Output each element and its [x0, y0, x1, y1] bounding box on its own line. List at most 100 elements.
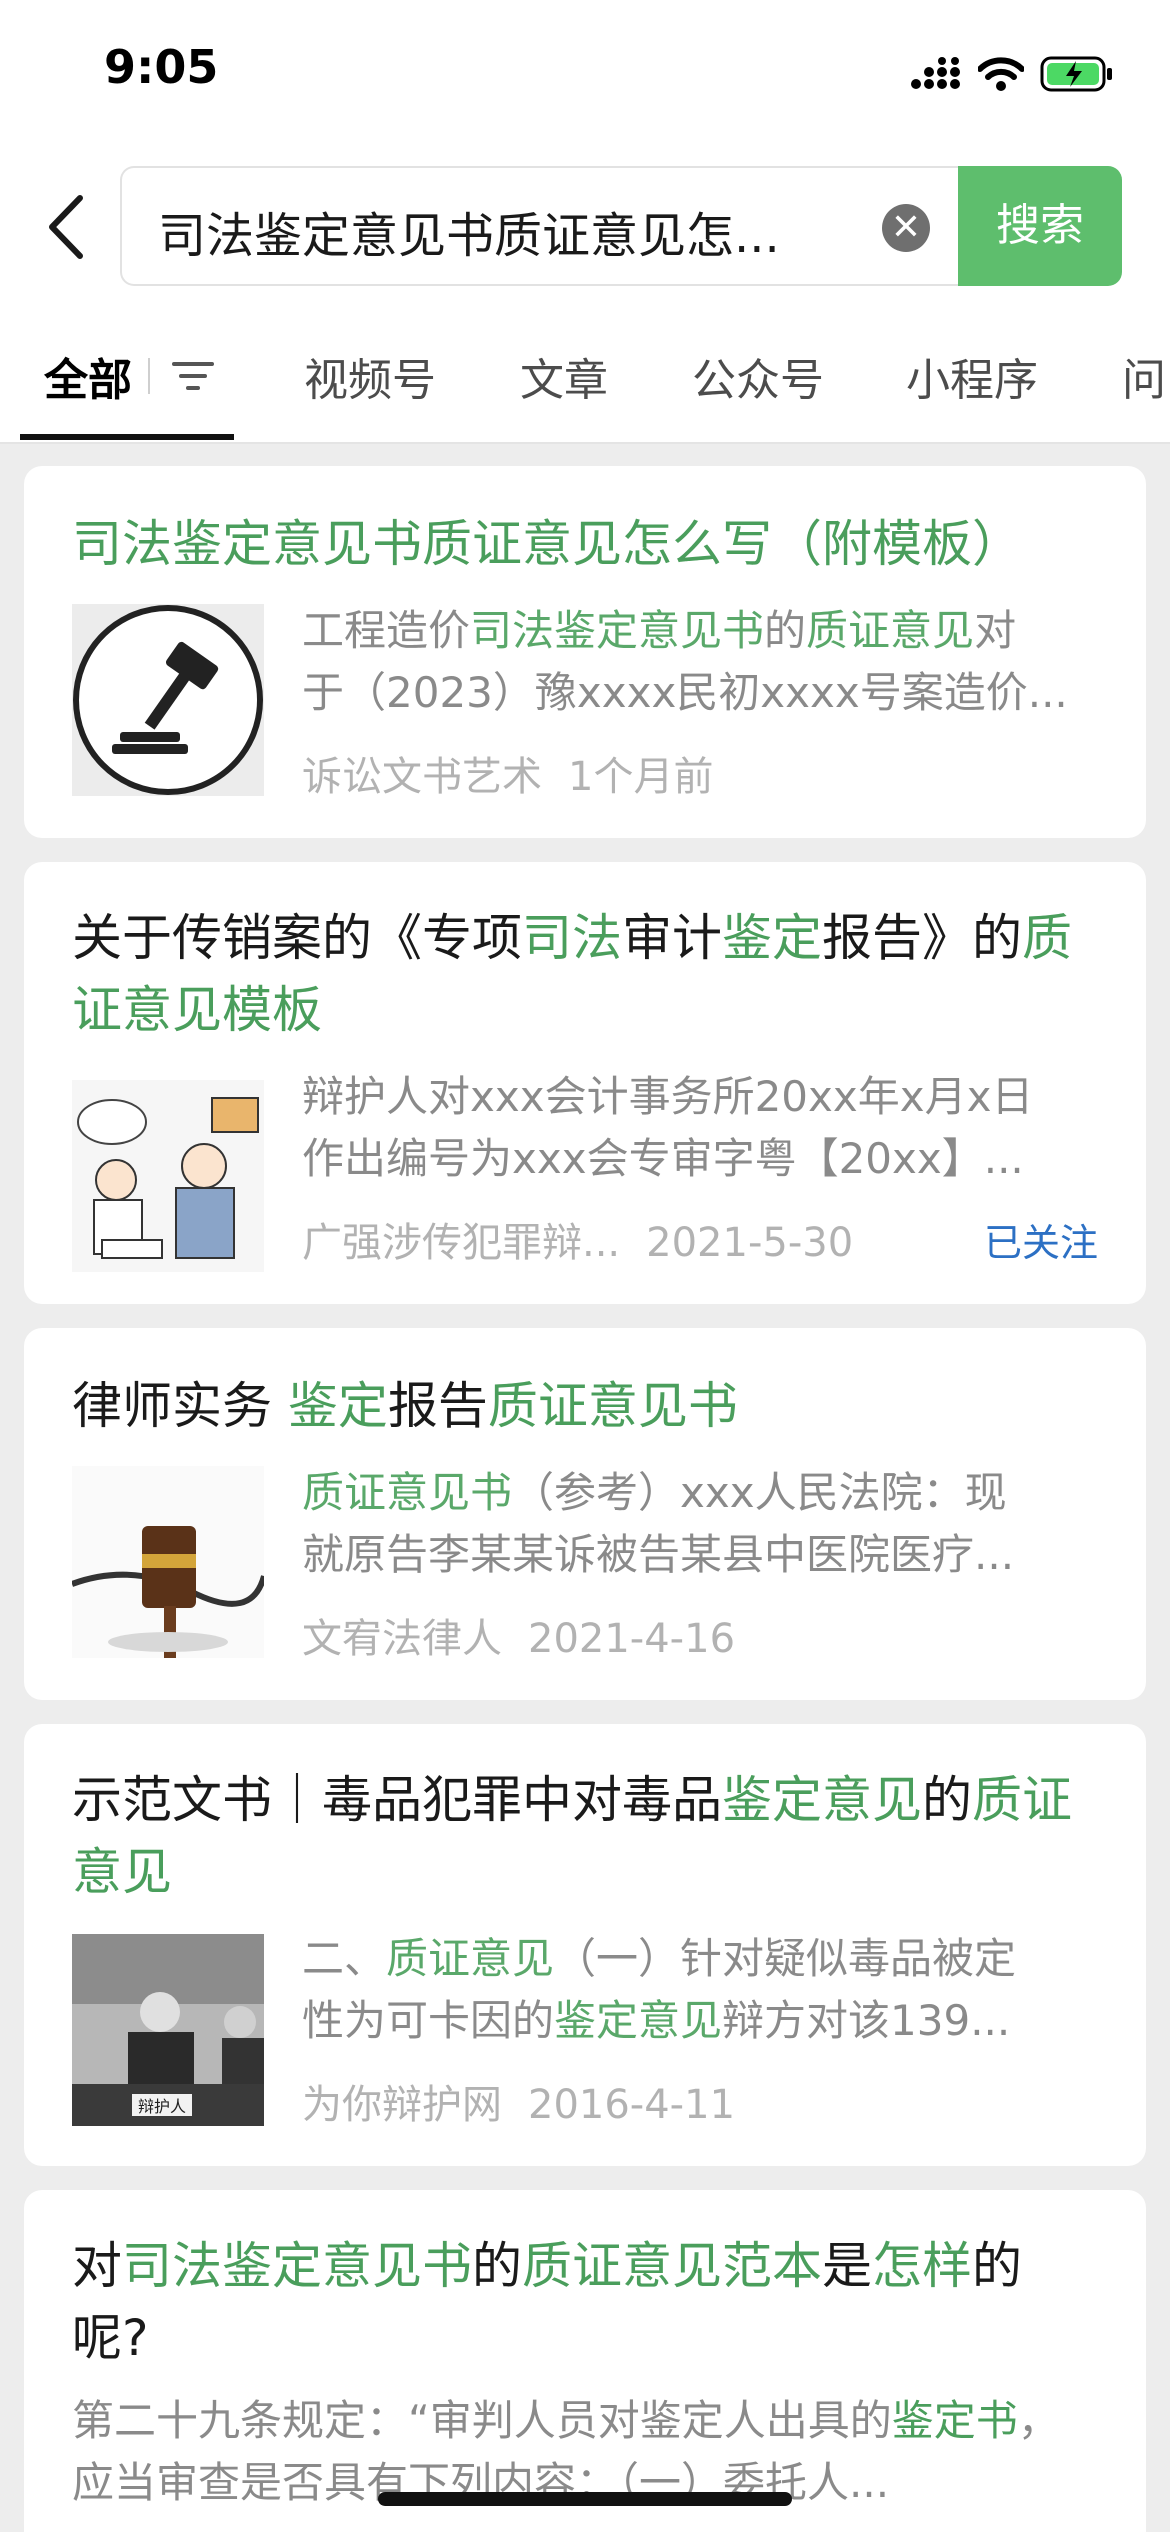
- text-segment: 对: [72, 2237, 122, 2295]
- search-header: 司法鉴定意见书质证意见怎... ✕ 搜索: [0, 150, 1170, 300]
- gavel-stethoscope-image: [72, 1466, 264, 1658]
- tab-questions[interactable]: 问: [1122, 344, 1166, 408]
- filter-icon[interactable]: [172, 356, 214, 396]
- result-title: 司法鉴定意见书质证意见怎么写（附模板）: [72, 508, 1098, 580]
- search-query-text: 司法鉴定意见书质证意见怎...: [158, 208, 780, 264]
- followed-label[interactable]: 已关注: [984, 1212, 1098, 1267]
- tab-divider: [148, 358, 150, 394]
- result-card[interactable]: 司法鉴定意见书质证意见怎么写（附模板） 工程造价司法鉴定意见书的质证意见对于（2…: [24, 466, 1146, 838]
- result-meta: 文宥法律人 2021-4-16: [302, 1606, 735, 1664]
- highlighted-keyword: 司法鉴定意见书: [470, 606, 765, 655]
- tab-articles[interactable]: 文章: [520, 344, 608, 408]
- text-segment: 示范文书｜毒品犯罪中对毒品: [72, 1771, 722, 1829]
- status-time: 9:05: [104, 40, 219, 94]
- result-meta: 诉讼文书艺术 1个月前: [302, 744, 713, 802]
- result-date: 2021-4-16: [528, 1616, 736, 1662]
- highlighted-keyword: 鉴定意见: [554, 1996, 723, 2045]
- result-card[interactable]: 关于传销案的《专项司法审计鉴定报告》的质证意见模板 辩护人对xxx会计事务所20…: [24, 862, 1146, 1304]
- search-input[interactable]: 司法鉴定意见书质证意见怎... ✕: [120, 166, 960, 286]
- text-segment: 二、: [302, 1934, 387, 1983]
- highlighted-keyword: 鉴定: [722, 909, 822, 967]
- text-segment: 性为可卡因的: [302, 1996, 555, 2045]
- text-segment: 对: [974, 606, 1017, 655]
- text-segment: 作出编号为xxx会专审字粤【20xx】...: [302, 1134, 1024, 1183]
- highlighted-keyword: 质证意见范本: [522, 2237, 822, 2295]
- tab-mini-programs[interactable]: 小程序: [906, 344, 1038, 408]
- result-title: 关于传销案的《专项司法审计鉴定报告》的质证意见模板: [72, 902, 1098, 1046]
- result-title: 对司法鉴定意见书的质证意见范本是怎样的呢?: [72, 2230, 1098, 2374]
- highlighted-keyword: 质证意见书: [487, 1377, 738, 1435]
- result-date: 1个月前: [568, 754, 714, 800]
- highlighted-keyword: 司法: [522, 909, 622, 967]
- text-segment: 的: [764, 606, 807, 655]
- status-icons: [910, 52, 1114, 96]
- gavel-icon: [72, 604, 264, 796]
- text-segment: 报告: [387, 1377, 488, 1435]
- text-segment: 的: [922, 1771, 972, 1829]
- snippet-line: 作出编号为xxx会专审字粤【20xx】...: [302, 1128, 1098, 1190]
- status-bar: 9:05: [0, 0, 1170, 150]
- result-snippet: 二、质证意见（一）针对疑似毒品被定 性为可卡因的鉴定意见辩方对该139...: [302, 1928, 1098, 2052]
- text-segment: 于（2023）豫xxxx民初xxxx号案造价...: [302, 668, 1068, 717]
- text-segment: 审计: [622, 909, 722, 967]
- result-source[interactable]: 文宥法律人: [302, 1616, 502, 1662]
- text-segment: 就原告李某某诉被告某县中医院医疗...: [302, 1530, 1015, 1579]
- snippet-line: 就原告李某某诉被告某县中医院医疗...: [302, 1524, 1098, 1586]
- text-segment: （参考）xxx人民法院：现: [512, 1468, 1007, 1517]
- courtroom-sign-text: 辩护人: [138, 2097, 186, 2116]
- snippet-line: 二、质证意见（一）针对疑似毒品被定: [302, 1928, 1098, 1990]
- result-meta: 广强涉传犯罪辩... 2021-5-30: [302, 1210, 853, 1268]
- result-date: 2016-4-11: [528, 2082, 736, 2128]
- highlighted-keyword: 质证意见书: [302, 1468, 513, 1517]
- back-arrow-icon[interactable]: [40, 192, 94, 262]
- text-segment: 关于传销案的《专项: [72, 909, 522, 967]
- text-segment: 辩方对该139...: [722, 1996, 1011, 2045]
- result-meta: 为你辩护网 2016-4-11: [302, 2072, 735, 2130]
- text-segment: 律师实务: [72, 1377, 288, 1435]
- result-card[interactable]: 律师实务 鉴定报告质证意见书 质证意见书（参考）xxx人民法院：现 就原告李某某诉…: [24, 1328, 1146, 1700]
- highlighted-keyword: 怎样: [872, 2237, 972, 2295]
- snippet-line: 性为可卡因的鉴定意见辩方对该139...: [302, 1990, 1098, 2052]
- highlighted-keyword: 质证意见: [806, 606, 975, 655]
- highlighted-keyword: 司法鉴定意见书: [122, 2237, 472, 2295]
- courtroom-photo: 辩护人: [72, 1934, 264, 2126]
- text-segment: 是: [822, 2237, 872, 2295]
- result-title: 示范文书｜毒品犯罪中对毒品鉴定意见的质证意见: [72, 1764, 1098, 1908]
- text-segment: 第二十九条规定：“审判人员对鉴定人出具的: [72, 2396, 892, 2445]
- result-snippet: 工程造价司法鉴定意见书的质证意见对于（2023）豫xxxx民初xxxx号案造价.…: [302, 600, 1098, 724]
- highlighted-keyword: 鉴定书: [891, 2396, 1018, 2445]
- result-source[interactable]: 广强涉传犯罪辩...: [302, 1220, 620, 1266]
- highlighted-keyword: 鉴定: [287, 1377, 388, 1435]
- snippet-line: 辩护人对xxx会计事务所20xx年x月x日: [302, 1066, 1098, 1128]
- active-tab-indicator: [20, 434, 234, 440]
- result-card[interactable]: 示范文书｜毒品犯罪中对毒品鉴定意见的质证意见 辩护人 二、质证意见（一）针对疑似…: [24, 1724, 1146, 2166]
- tab-official-accounts[interactable]: 公众号: [692, 344, 824, 408]
- wifi-icon: [978, 57, 1024, 91]
- result-tabs: 全部 视频号 文章 公众号 小程序 问: [0, 300, 1170, 444]
- text-segment: （一）针对疑似毒品被定: [554, 1934, 1017, 1983]
- snippet-line: 质证意见书（参考）xxx人民法院：现: [302, 1462, 1098, 1524]
- text-segment: 辩护人对xxx会计事务所20xx年x月x日: [302, 1072, 1034, 1121]
- result-date: 2021-5-30: [646, 1220, 854, 1266]
- clear-icon[interactable]: ✕: [882, 204, 930, 252]
- result-card[interactable]: 对司法鉴定意见书的质证意见范本是怎样的呢? 第二十九条规定：“审判人员对鉴定人出…: [24, 2190, 1146, 2532]
- snippet-line: 工程造价司法鉴定意见书的质证意见对: [302, 600, 1098, 662]
- cellular-signal-icon: [911, 57, 960, 89]
- search-button[interactable]: 搜索: [958, 166, 1122, 286]
- snippet-line: 于（2023）豫xxxx民初xxxx号案造价...: [302, 662, 1098, 724]
- result-snippet: 辩护人对xxx会计事务所20xx年x月x日 作出编号为xxx会专审字粤【20xx】…: [302, 1066, 1098, 1190]
- result-snippet: 质证意见书（参考）xxx人民法院：现就原告李某某诉被告某县中医院医疗...: [302, 1462, 1098, 1586]
- highlighted-keyword: 司法鉴定意见书质证意见怎么写（附模板）: [72, 515, 1022, 573]
- home-indicator: [378, 2492, 792, 2506]
- highlighted-keyword: 鉴定意见: [722, 1771, 922, 1829]
- text-segment: 工程造价: [302, 606, 471, 655]
- text-segment: 的: [472, 2237, 522, 2295]
- battery-charging-icon: [1040, 56, 1112, 92]
- tab-all[interactable]: 全部: [44, 344, 132, 408]
- tab-channels[interactable]: 视频号: [304, 344, 436, 408]
- text-segment: 报告》的: [822, 909, 1022, 967]
- result-source[interactable]: 诉讼文书艺术: [302, 754, 542, 800]
- cartoon-lawyer-image: [72, 1080, 264, 1272]
- result-source[interactable]: 为你辩护网: [302, 2082, 502, 2128]
- highlighted-keyword: 质证意见: [386, 1934, 555, 1983]
